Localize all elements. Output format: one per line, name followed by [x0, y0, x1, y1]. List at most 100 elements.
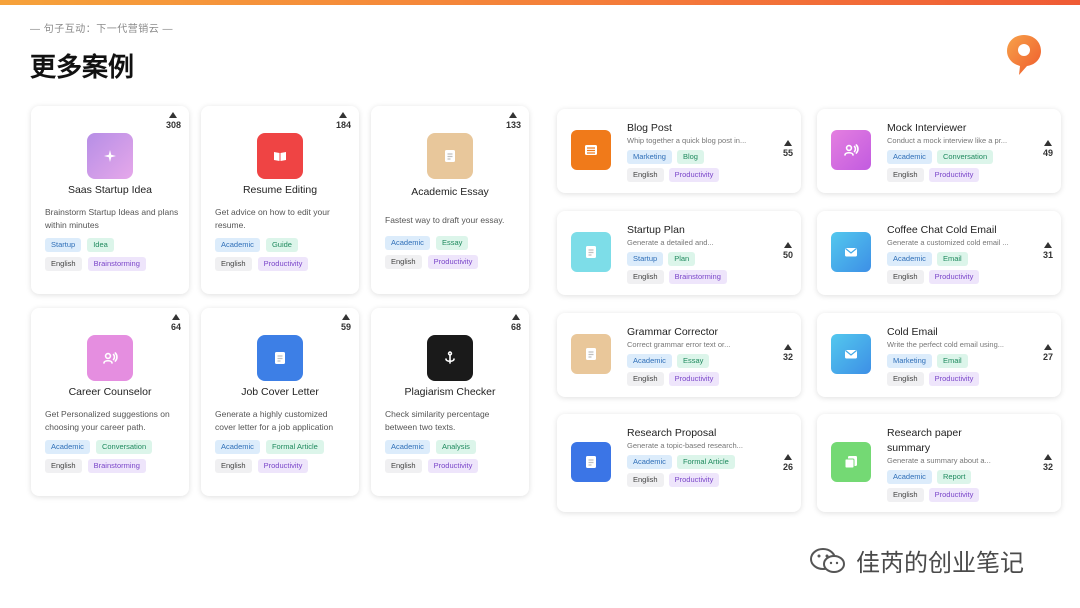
tag[interactable]: Academic [385, 440, 430, 454]
upvote-button[interactable]: 68 [511, 314, 521, 332]
tag-row: English Productivity [627, 372, 720, 386]
tag[interactable]: Marketing [627, 150, 672, 164]
upvote-button[interactable]: 133 [506, 112, 521, 130]
tag[interactable]: English [627, 372, 664, 386]
tag[interactable]: Brainstorming [668, 270, 727, 284]
tag[interactable]: Academic [627, 354, 672, 368]
prompt-card-resume-editing[interactable]: 184 Resume Editing Get advice on how to ed… [201, 106, 359, 294]
tag[interactable]: English [385, 255, 422, 269]
card-title: Job Cover Letter [241, 386, 319, 398]
tag[interactable]: Academic [887, 150, 932, 164]
card-title: Academic Essay [411, 186, 489, 198]
tag[interactable]: Conversation [95, 440, 153, 454]
upvote-arrow-icon [511, 314, 520, 320]
tag[interactable]: Academic [45, 440, 90, 454]
tag[interactable]: Productivity [668, 372, 720, 386]
tag[interactable]: English [385, 459, 422, 473]
tag[interactable]: Productivity [427, 459, 479, 473]
tag[interactable]: Essay [435, 236, 469, 250]
upvote-button[interactable]: 32 [783, 344, 793, 362]
upvote-button[interactable]: 49 [1043, 140, 1053, 158]
upvote-button[interactable]: 32 [1043, 454, 1053, 472]
tag[interactable]: Plan [668, 252, 696, 266]
card-title: Resume Editing [242, 184, 318, 196]
tag[interactable]: English [887, 270, 924, 284]
tag[interactable]: English [215, 459, 252, 473]
tag-row: English Brainstorming [627, 270, 727, 284]
tag[interactable]: Report [936, 470, 972, 484]
tag[interactable]: Startup [627, 252, 664, 266]
tag[interactable]: English [45, 257, 82, 271]
upvote-arrow-icon [1043, 242, 1052, 248]
tag[interactable]: Startup [45, 238, 82, 252]
prompt-card-saas-startup-idea[interactable]: 308 Saas Startup Idea Brainstorm Startup I… [31, 106, 189, 294]
card-title: Blog Post [627, 122, 672, 134]
upvote-button[interactable]: 50 [783, 242, 793, 260]
prompt-card-startup-plan[interactable]: Startup Plan Generate a detailed and... St… [557, 211, 801, 295]
vote-count: 26 [782, 462, 793, 472]
tag[interactable]: Brainstorming [87, 257, 146, 271]
prompt-card-blog-post[interactable]: Blog Post Whip together a quick blog post… [557, 109, 801, 193]
tag[interactable]: Academic [385, 236, 430, 250]
upvote-button[interactable]: 308 [166, 112, 181, 130]
tag[interactable]: Academic [215, 440, 260, 454]
tag[interactable]: Formal Article [676, 455, 735, 469]
tag[interactable]: Brainstorming [87, 459, 146, 473]
tag[interactable]: Productivity [928, 372, 980, 386]
prompt-card-career-counselor[interactable]: 64 Career Counselor Get Personalized sugge… [31, 308, 189, 496]
tag[interactable]: Academic [887, 470, 932, 484]
tag[interactable]: Productivity [668, 473, 720, 487]
prompt-card-research-paper-summary[interactable]: Research paper summary Generate a summary… [817, 414, 1061, 512]
card-tags: Academic Essay English Productivity [385, 236, 525, 274]
tag[interactable]: English [45, 459, 82, 473]
upvote-button[interactable]: 184 [336, 112, 351, 130]
upvote-button[interactable]: 26 [783, 454, 793, 472]
prompt-card-research-proposal[interactable]: Research Proposal Generate a topic-based … [557, 414, 801, 512]
tag[interactable]: English [887, 168, 924, 182]
tag[interactable]: English [887, 372, 924, 386]
upvote-button[interactable]: 64 [171, 314, 181, 332]
tag[interactable]: Productivity [928, 488, 980, 502]
tag[interactable]: Academic [627, 455, 672, 469]
prompt-card-coffee-chat-cold-email[interactable]: Coffee Chat Cold Email Generate a customi… [817, 211, 1061, 295]
prompt-card-plagiarism-checker[interactable]: 68 Plagiarism Checker Check similarity per… [371, 308, 529, 496]
prompt-card-grammar-corrector[interactable]: Grammar Corrector Correct grammar error t… [557, 313, 801, 397]
upvote-button[interactable]: 59 [341, 314, 351, 332]
tag[interactable]: Productivity [427, 255, 479, 269]
tag[interactable]: Guide [265, 238, 298, 252]
upvote-button[interactable]: 27 [1043, 344, 1053, 362]
card-title: Research Proposal [627, 427, 717, 439]
tag[interactable]: Productivity [928, 168, 980, 182]
tag[interactable]: Academic [215, 238, 260, 252]
upvote-button[interactable]: 31 [1043, 242, 1053, 260]
tag[interactable]: Productivity [668, 168, 720, 182]
tag[interactable]: Blog [676, 150, 704, 164]
tag[interactable]: Productivity [257, 459, 309, 473]
tag[interactable]: Productivity [928, 270, 980, 284]
tag[interactable]: English [627, 270, 664, 284]
tag[interactable]: English [215, 257, 252, 271]
tag[interactable]: Idea [87, 238, 114, 252]
prompt-card-cold-email[interactable]: Cold Email Write the perfect cold email u… [817, 313, 1061, 397]
prompt-card-mock-interviewer[interactable]: Mock Interviewer Conduct a mock interview… [817, 109, 1061, 193]
tag[interactable]: Marketing [887, 354, 932, 368]
tag[interactable]: English [627, 168, 664, 182]
tag[interactable]: English [887, 488, 924, 502]
tag[interactable]: Analysis [435, 440, 476, 454]
card-title: Plagiarism Checker [404, 386, 496, 398]
tag[interactable]: Formal Article [265, 440, 324, 454]
tag[interactable]: Email [936, 252, 968, 266]
prompt-card-academic-essay[interactable]: 133 Academic Essay Fastest way to draft yo… [371, 106, 529, 294]
prompt-card-job-cover-letter[interactable]: 59 Job Cover Letter Generate a highly cust… [201, 308, 359, 496]
tag[interactable]: Productivity [257, 257, 309, 271]
tag[interactable]: Conversation [936, 150, 994, 164]
tag-row: English Productivity [887, 168, 993, 182]
tag[interactable]: English [627, 473, 664, 487]
tag[interactable]: Academic [887, 252, 932, 266]
upvote-button[interactable]: 55 [783, 140, 793, 158]
tag-row: English Productivity [215, 257, 355, 271]
vote-count: 31 [1042, 250, 1053, 260]
tag[interactable]: Email [936, 354, 968, 368]
tag[interactable]: Essay [676, 354, 710, 368]
document-icon [571, 334, 611, 374]
